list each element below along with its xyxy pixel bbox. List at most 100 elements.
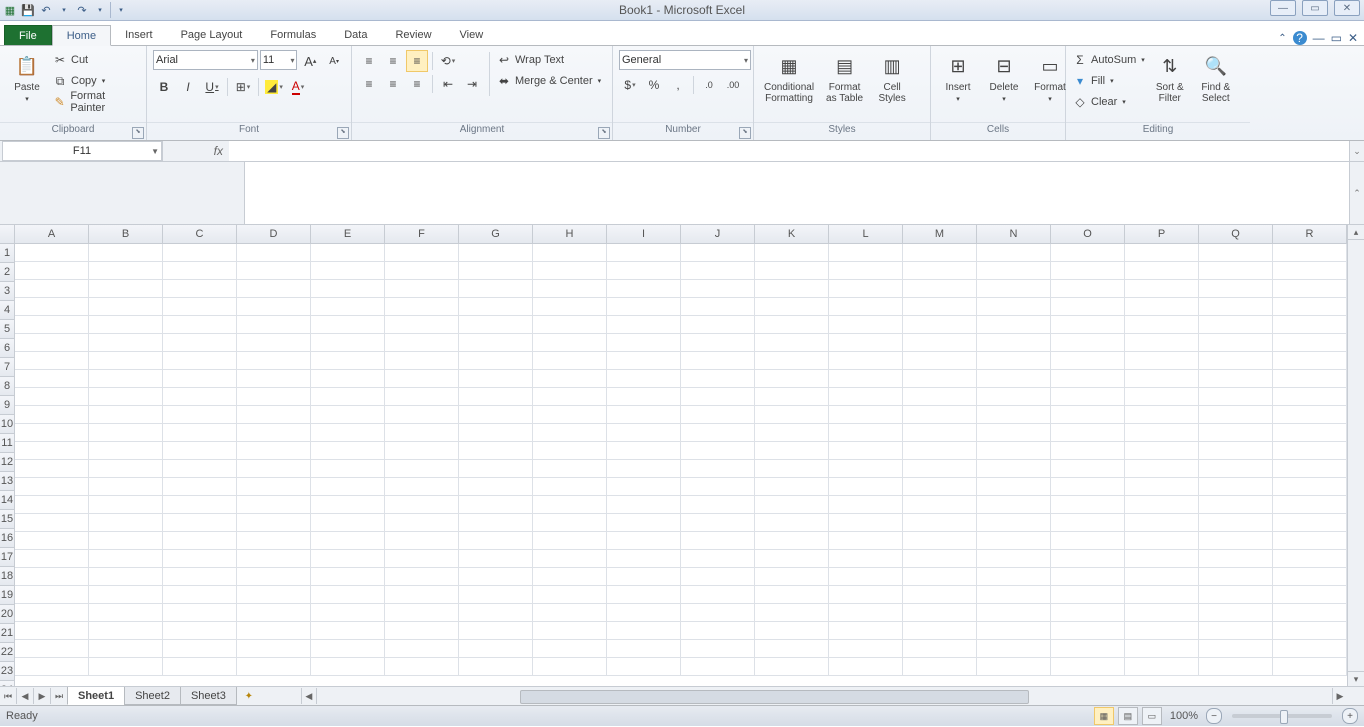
cell[interactable] <box>385 280 459 298</box>
cell[interactable] <box>607 496 681 514</box>
cell[interactable] <box>163 406 237 424</box>
cell[interactable] <box>385 622 459 640</box>
cell[interactable] <box>459 334 533 352</box>
cell[interactable] <box>459 658 533 676</box>
cell[interactable] <box>1125 496 1199 514</box>
column-header[interactable]: L <box>829 225 903 243</box>
cell[interactable] <box>163 460 237 478</box>
cell[interactable] <box>15 496 89 514</box>
cell[interactable] <box>163 586 237 604</box>
column-header[interactable]: I <box>607 225 681 243</box>
cell[interactable] <box>1051 604 1125 622</box>
cell[interactable] <box>607 424 681 442</box>
cell[interactable] <box>89 604 163 622</box>
cell[interactable] <box>163 316 237 334</box>
cell[interactable] <box>163 442 237 460</box>
cell[interactable] <box>459 388 533 406</box>
cell[interactable] <box>1125 460 1199 478</box>
cell[interactable] <box>829 550 903 568</box>
column-header[interactable]: A <box>15 225 89 243</box>
hscroll-thumb[interactable] <box>520 690 1030 704</box>
cell[interactable] <box>237 244 311 262</box>
increase-decimal-button[interactable]: .0 <box>698 74 720 96</box>
ribbon-minimize-icon[interactable]: ⌃ <box>1278 33 1286 44</box>
shrink-font-button[interactable]: A▾ <box>323 50 345 72</box>
cell[interactable] <box>89 442 163 460</box>
cell[interactable] <box>385 550 459 568</box>
cell[interactable] <box>533 658 607 676</box>
cell[interactable] <box>237 334 311 352</box>
cell[interactable] <box>163 478 237 496</box>
cell[interactable] <box>755 370 829 388</box>
cell[interactable] <box>1273 514 1347 532</box>
cell[interactable] <box>1273 406 1347 424</box>
conditional-formatting-button[interactable]: ▦Conditional Formatting <box>760 50 818 106</box>
formula-input[interactable] <box>229 141 1349 161</box>
cell[interactable] <box>1051 622 1125 640</box>
cell[interactable] <box>1273 460 1347 478</box>
cell[interactable] <box>163 550 237 568</box>
row-header[interactable]: 18 <box>0 567 15 586</box>
cell[interactable] <box>755 460 829 478</box>
cell[interactable] <box>977 496 1051 514</box>
cell[interactable] <box>829 532 903 550</box>
cell[interactable] <box>163 280 237 298</box>
cell[interactable] <box>607 460 681 478</box>
cell[interactable] <box>15 442 89 460</box>
cell[interactable] <box>1051 658 1125 676</box>
cell[interactable] <box>533 280 607 298</box>
cell[interactable] <box>903 622 977 640</box>
cell[interactable] <box>89 622 163 640</box>
cell[interactable] <box>903 352 977 370</box>
cell[interactable] <box>385 496 459 514</box>
cell[interactable] <box>459 406 533 424</box>
cell[interactable] <box>607 352 681 370</box>
cell[interactable] <box>755 352 829 370</box>
cell[interactable] <box>607 280 681 298</box>
cell[interactable] <box>89 478 163 496</box>
cell[interactable] <box>89 244 163 262</box>
new-sheet-button[interactable]: ✦ <box>237 691 261 702</box>
cell[interactable] <box>607 370 681 388</box>
cell[interactable] <box>607 298 681 316</box>
cell[interactable] <box>15 640 89 658</box>
cell[interactable] <box>15 370 89 388</box>
cell[interactable] <box>1199 460 1273 478</box>
cell[interactable] <box>459 370 533 388</box>
cell[interactable] <box>829 514 903 532</box>
cell[interactable] <box>607 514 681 532</box>
redo-dropdown-icon[interactable]: ▾ <box>92 2 108 18</box>
cell[interactable] <box>385 460 459 478</box>
cell[interactable] <box>15 244 89 262</box>
cell[interactable] <box>89 334 163 352</box>
cell[interactable] <box>311 550 385 568</box>
dialog-launcher-icon[interactable]: ⬊ <box>337 127 349 139</box>
cell[interactable] <box>459 262 533 280</box>
cell[interactable] <box>1051 532 1125 550</box>
cell[interactable] <box>459 532 533 550</box>
cell[interactable] <box>385 640 459 658</box>
cell[interactable] <box>163 532 237 550</box>
cell[interactable] <box>1051 388 1125 406</box>
cell[interactable] <box>1051 568 1125 586</box>
format-cells-button[interactable]: ▭Format▾ <box>1029 50 1071 105</box>
first-sheet-button[interactable]: ⏮ <box>0 688 17 704</box>
cell[interactable] <box>89 262 163 280</box>
cell[interactable] <box>977 622 1051 640</box>
cell[interactable] <box>903 640 977 658</box>
cell[interactable] <box>1199 424 1273 442</box>
comma-button[interactable]: , <box>667 74 689 96</box>
cell[interactable] <box>1125 316 1199 334</box>
cell[interactable] <box>1199 370 1273 388</box>
column-header[interactable]: G <box>459 225 533 243</box>
zoom-in-button[interactable]: + <box>1342 708 1358 724</box>
cell[interactable] <box>681 586 755 604</box>
cell[interactable] <box>681 352 755 370</box>
cell[interactable] <box>237 568 311 586</box>
cell[interactable] <box>385 568 459 586</box>
cell[interactable] <box>607 640 681 658</box>
row-header[interactable]: 12 <box>0 453 15 472</box>
select-all-button[interactable] <box>0 225 15 243</box>
cell[interactable] <box>755 568 829 586</box>
cell[interactable] <box>829 586 903 604</box>
